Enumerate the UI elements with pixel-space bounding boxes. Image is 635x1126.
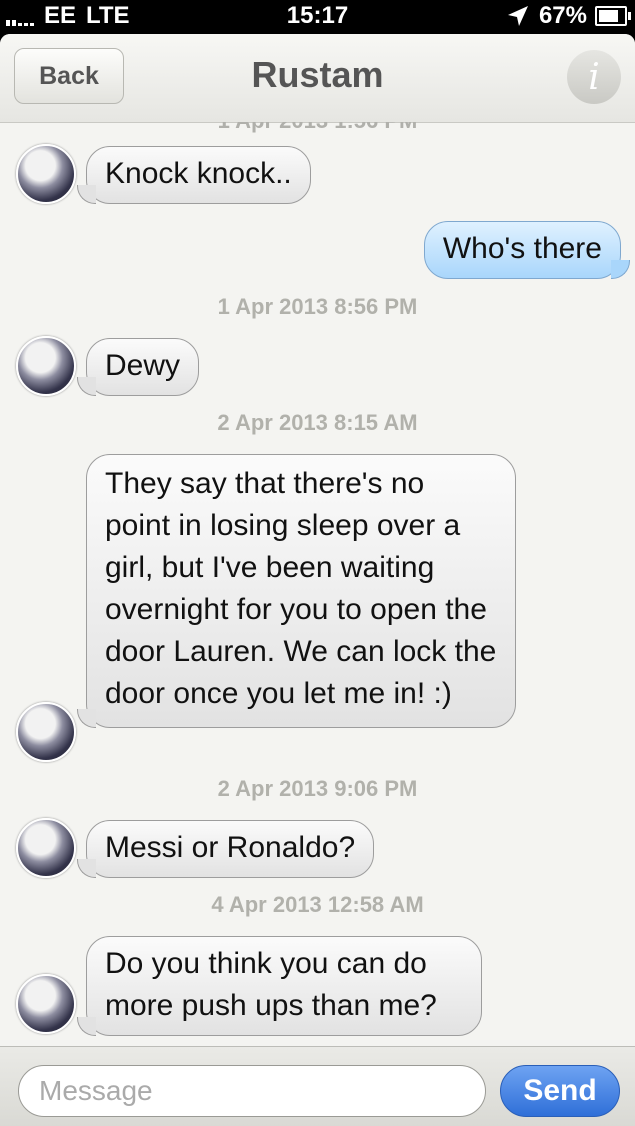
outgoing-message[interactable]: Who's there <box>423 221 631 279</box>
timestamp: 2 Apr 2013 8:15 AM <box>217 410 418 435</box>
incoming-message[interactable]: Messi or Ronaldo? <box>76 820 375 878</box>
incoming-message[interactable]: Knock knock.. <box>77 146 311 204</box>
location-arrow-icon <box>507 6 528 26</box>
battery-percent: 67% <box>538 2 587 29</box>
timestamp: 2 Apr 2013 9:06 PM <box>217 776 418 801</box>
contact-avatar <box>16 144 76 204</box>
battery-fill <box>599 10 618 22</box>
compose-bar: Send <box>0 1046 635 1126</box>
message-input[interactable] <box>18 1065 486 1117</box>
battery-icon <box>595 6 631 26</box>
messages-screen: Back Rustam i 1 Apr 2013 1:56 PM Knock k… <box>0 34 635 1126</box>
info-icon[interactable]: i <box>567 50 621 104</box>
contact-avatar <box>16 702 76 762</box>
timestamp: 1 Apr 2013 1:56 PM <box>0 122 635 134</box>
contact-avatar <box>16 818 76 878</box>
contact-name-title: Rustam <box>251 54 384 95</box>
incoming-message[interactable]: Do you think you can do more push ups th… <box>77 936 482 1036</box>
status-right: 67% <box>507 2 631 30</box>
incoming-message[interactable]: They say that there's no point in losing… <box>77 454 516 728</box>
contact-avatar <box>16 336 76 396</box>
timestamp: 1 Apr 2013 8:56 PM <box>217 294 418 319</box>
timestamp: 4 Apr 2013 12:58 AM <box>211 892 424 917</box>
nav-bar: Back Rustam i <box>0 34 635 123</box>
incoming-message[interactable]: Dewy <box>76 338 200 396</box>
status-bar: EE LTE 15:17 67% <box>0 0 635 34</box>
send-button[interactable]: Send <box>500 1065 620 1117</box>
conversation-scroll[interactable]: 1 Apr 2013 1:56 PM Knock knock.. Who's t… <box>0 122 635 1042</box>
contact-avatar <box>16 974 76 1034</box>
